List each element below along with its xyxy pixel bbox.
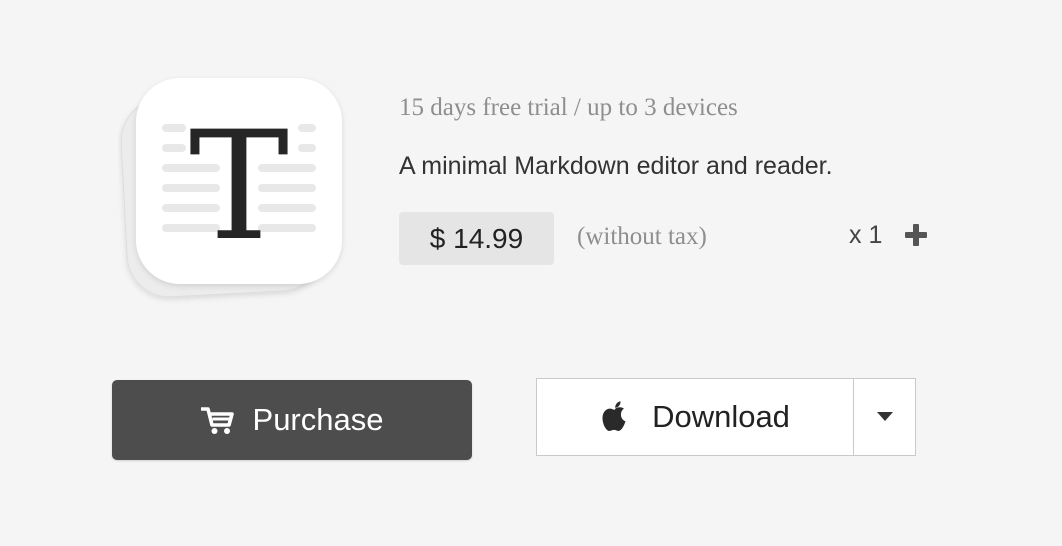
product-tagline: A minimal Markdown editor and reader. bbox=[399, 152, 833, 180]
trial-info: 15 days free trial / up to 3 devices bbox=[399, 94, 738, 121]
purchase-button[interactable]: Purchase bbox=[112, 380, 472, 460]
download-button[interactable]: Download bbox=[537, 379, 853, 455]
app-icon: T bbox=[120, 78, 342, 298]
quantity-label: x 1 bbox=[849, 221, 883, 249]
download-split-button: Download bbox=[536, 378, 916, 456]
cart-icon bbox=[200, 407, 234, 434]
apple-icon bbox=[602, 401, 626, 431]
plus-icon[interactable] bbox=[904, 223, 928, 247]
price-value: $ 14.99 bbox=[429, 222, 524, 254]
purchase-label: Purchase bbox=[252, 402, 384, 437]
tax-note: (without tax) bbox=[577, 223, 707, 250]
download-options-toggle[interactable] bbox=[853, 379, 915, 455]
app-icon-letter: T bbox=[189, 100, 289, 274]
price-badge: $ 14.99 bbox=[399, 212, 554, 265]
caret-down-icon bbox=[876, 412, 893, 421]
download-label: Download bbox=[652, 399, 790, 434]
